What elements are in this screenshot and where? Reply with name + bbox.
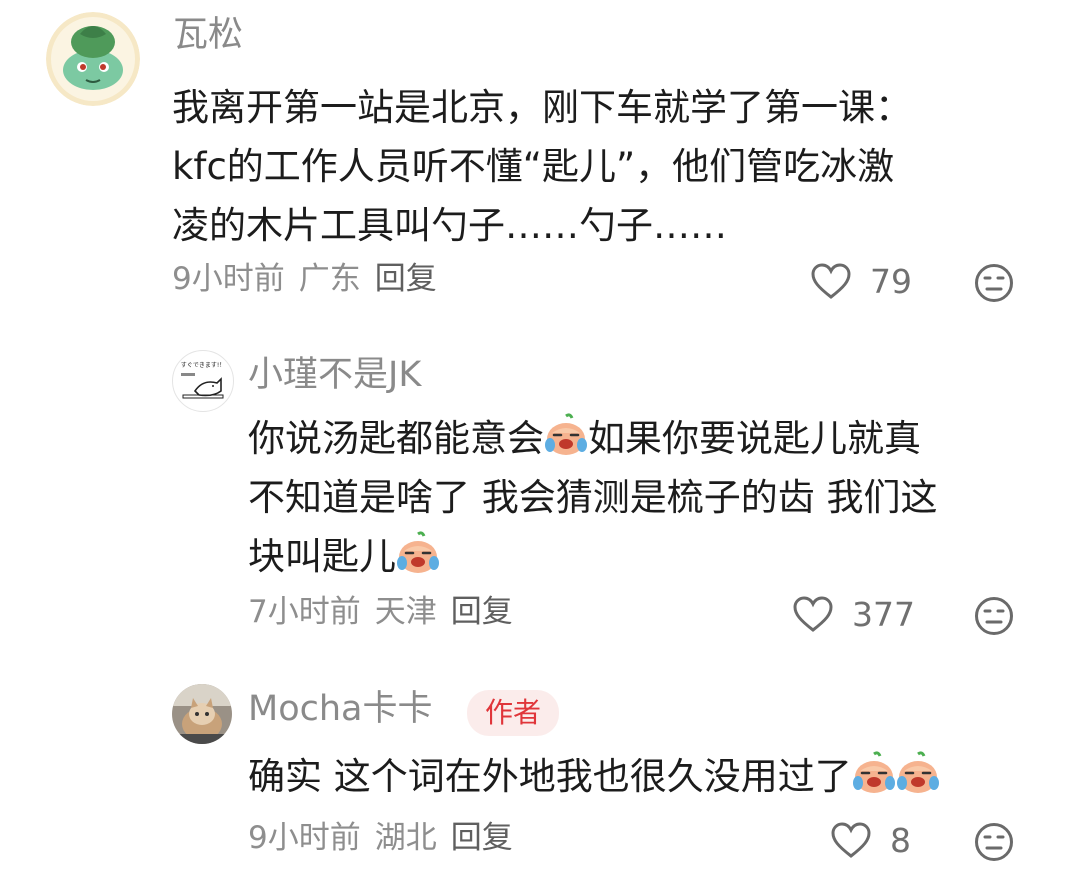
neutral-face-icon (975, 823, 1013, 861)
comment-segment: 确实 这个词在外地我也很久没用过了 (248, 755, 852, 798)
like-button[interactable]: 79 (810, 262, 912, 300)
author-badge: 作者 (467, 690, 560, 736)
like-count: 8 (890, 820, 911, 860)
heart-icon (831, 822, 871, 858)
comment-meta: 9小时前 广东 回复 (172, 264, 437, 295)
heart-icon (811, 263, 851, 299)
like-button[interactable]: 8 (830, 821, 911, 859)
neutral-face-icon (975, 264, 1013, 302)
comment-segment: 如果你要说匙儿就真 (588, 417, 921, 460)
comment-text: 你说汤匙都能意会 如果你要说匙儿就真 不知道是啥了 我会猜测是梳子的齿 我们这 … (248, 409, 938, 586)
comment-line: 确实 这个词在外地我也很久没用过了 (248, 747, 940, 806)
cat-photo-avatar-icon (172, 684, 232, 744)
avatar-caption: すぐできます!！ (181, 362, 225, 369)
like-button[interactable]: 377 (792, 595, 915, 633)
emoji-reaction-button[interactable] (974, 263, 1014, 307)
comment-text: 确实 这个词在外地我也很久没用过了 (248, 747, 940, 806)
bulbasaur-avatar-icon (46, 12, 140, 106)
sketch-cat-avatar-icon: すぐできます!！ (181, 362, 225, 399)
location: 湖北 (374, 820, 437, 856)
timestamp: 7小时前 (248, 594, 361, 630)
crying-laugh-emoji-icon (397, 531, 439, 573)
comment-line: 我离开第一站是北京，刚下车就学了第一课： (172, 86, 912, 129)
comment-line: 块叫匙儿 (248, 527, 938, 586)
comment-meta: 7小时前 天津 回复 (248, 597, 513, 628)
comment-line: kfc的工作人员听不懂“匙儿”，他们管吃冰激 (172, 145, 895, 188)
comment-text: 我离开第一站是北京，刚下车就学了第一课： kfc的工作人员听不懂“匙儿”，他们管… (172, 78, 912, 255)
neutral-face-icon (975, 597, 1013, 635)
emoji-reaction-button[interactable] (974, 596, 1014, 640)
username[interactable]: Mocha卡卡 (248, 692, 433, 727)
username[interactable]: 小瑾不是JK (248, 358, 421, 393)
username[interactable]: 瓦松 (173, 18, 243, 53)
avatar-xiaojin[interactable]: すぐできます!！ (172, 350, 234, 412)
reply-button[interactable]: 回复 (451, 820, 513, 856)
timestamp: 9小时前 (172, 261, 285, 297)
comment-segment: 块叫匙儿 (248, 535, 396, 578)
location: 天津 (374, 594, 437, 630)
crying-laugh-emoji-icon (852, 751, 895, 793)
avatar-mocha[interactable] (172, 684, 232, 744)
crying-laugh-emoji-icon (896, 751, 939, 793)
comment-line: 凌的木片工具叫勺子……勺子…… (172, 204, 727, 247)
location: 广东 (298, 261, 361, 297)
heart-icon (793, 596, 833, 632)
reply-button[interactable]: 回复 (451, 594, 513, 630)
comment-segment: 你说汤匙都能意会 (248, 417, 544, 460)
avatar-wasong[interactable] (46, 12, 140, 106)
reply-button[interactable]: 回复 (375, 261, 437, 297)
like-count: 377 (852, 594, 915, 634)
like-count: 79 (870, 261, 912, 301)
emoji-reaction-button[interactable] (974, 822, 1014, 866)
comment-line: 你说汤匙都能意会 如果你要说匙儿就真 (248, 409, 938, 468)
comment-meta: 9小时前 湖北 回复 (248, 823, 513, 854)
comment-line: 不知道是啥了 我会猜测是梳子的齿 我们这 (248, 476, 938, 519)
timestamp: 9小时前 (248, 820, 361, 856)
crying-laugh-emoji-icon (545, 413, 587, 455)
